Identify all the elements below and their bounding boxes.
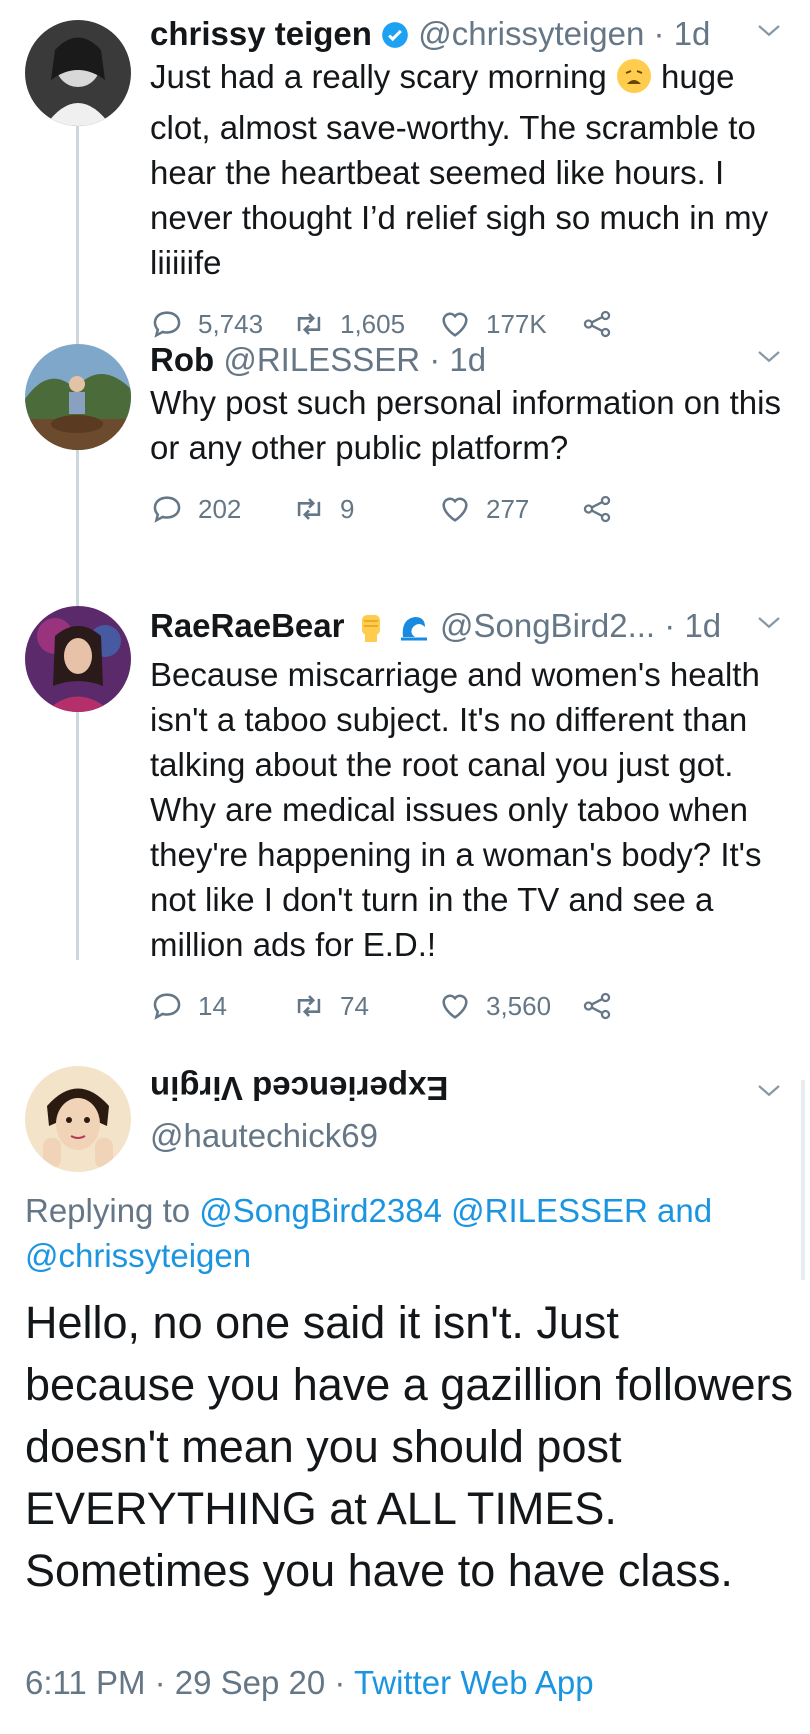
chevron-down-icon[interactable] bbox=[754, 608, 784, 638]
retweet-count: 74 bbox=[340, 990, 369, 1021]
tweet-rilesser[interactable]: Rob @RILESSER · 1d Why post such persona… bbox=[0, 340, 810, 540]
share-icon bbox=[583, 310, 611, 338]
tweet-actions: 202 9 277 bbox=[150, 492, 784, 536]
like-button[interactable]: 177K bbox=[438, 307, 547, 341]
scrollbar[interactable] bbox=[801, 1080, 805, 1280]
display-name[interactable]: RaeRaeBear bbox=[150, 607, 344, 644]
timestamp[interactable]: · 1d bbox=[429, 341, 486, 378]
main-avatar[interactable] bbox=[25, 1066, 131, 1172]
main-handle[interactable]: @hautechick69 bbox=[150, 1116, 448, 1156]
like-count: 177K bbox=[486, 308, 547, 339]
raised-fist-emoji-icon bbox=[354, 609, 388, 652]
main-display-name[interactable]: Experienced Virgin bbox=[150, 1068, 448, 1108]
share-button[interactable] bbox=[580, 989, 628, 1023]
verified-icon bbox=[382, 22, 408, 48]
share-button[interactable] bbox=[580, 307, 628, 341]
display-name[interactable]: Rob bbox=[150, 341, 214, 378]
tweet-chrissyteigen[interactable]: chrissy teigen @chrissyteigen · 1d Just … bbox=[0, 14, 810, 344]
retweet-button[interactable]: 9 bbox=[292, 492, 354, 526]
mention-songbird[interactable]: @SongBird2384 bbox=[199, 1192, 442, 1229]
chevron-down-icon[interactable] bbox=[754, 16, 784, 46]
replying-to: Replying to @SongBird2384 @RILESSER and … bbox=[25, 1192, 713, 1274]
retweet-icon bbox=[297, 313, 321, 335]
tweet-actions: 14 74 3,560 bbox=[150, 989, 784, 1033]
tweet-header: RaeRaeBear @SongBird2... · 1d bbox=[150, 606, 784, 652]
reply-icon bbox=[153, 496, 181, 523]
retweet-icon bbox=[297, 995, 321, 1017]
share-icon bbox=[583, 495, 611, 523]
like-count: 3,560 bbox=[486, 990, 552, 1021]
retweet-button[interactable]: 1,605 bbox=[292, 307, 405, 341]
tweet-songbird[interactable]: RaeRaeBear @SongBird2... · 1d Because mi… bbox=[0, 606, 810, 1026]
reply-button[interactable]: 202 bbox=[150, 492, 241, 526]
retweet-button[interactable]: 74 bbox=[292, 989, 369, 1023]
like-button[interactable]: 277 bbox=[438, 492, 529, 526]
tweet-text: Why post such personal information on th… bbox=[150, 384, 781, 466]
like-button[interactable]: 3,560 bbox=[438, 989, 551, 1023]
reply-button[interactable]: 14 bbox=[150, 989, 227, 1023]
retweet-count: 9 bbox=[340, 493, 355, 524]
handle[interactable]: @RILESSER bbox=[223, 341, 420, 378]
reply-count: 14 bbox=[198, 990, 227, 1021]
chevron-down-icon[interactable] bbox=[754, 342, 784, 372]
tweet-text: Just had a really scary morning huge clo… bbox=[150, 58, 769, 281]
wave-emoji-icon bbox=[397, 609, 431, 652]
retweet-icon bbox=[297, 498, 321, 520]
reply-count: 202 bbox=[198, 493, 242, 524]
main-tweet-text: Hello, no one said it isn't. Just becaus… bbox=[25, 1297, 793, 1596]
tweet-text: Because miscarriage and women's health i… bbox=[150, 656, 762, 963]
mention-rilesser[interactable]: @RILESSER bbox=[451, 1192, 648, 1229]
retweet-count: 1,605 bbox=[340, 308, 406, 339]
reply-icon bbox=[153, 311, 181, 338]
tweet-meta: 6:11 PM · 29 Sep 20 · Twitter Web App bbox=[25, 1660, 594, 1705]
main-tweet-header: Experienced Virgin @hautechick69 bbox=[150, 1068, 448, 1156]
share-icon bbox=[583, 992, 611, 1020]
heart-icon bbox=[442, 994, 468, 1019]
heart-icon bbox=[442, 312, 468, 337]
like-count: 277 bbox=[486, 493, 530, 524]
reply-count: 5,743 bbox=[198, 308, 264, 339]
timestamp[interactable]: · 1d bbox=[664, 607, 721, 644]
main-timestamp[interactable]: 6:11 PM · 29 Sep 20 · bbox=[25, 1664, 354, 1701]
avatar[interactable] bbox=[25, 20, 131, 126]
display-name[interactable]: chrissy teigen bbox=[150, 15, 372, 52]
chevron-down-icon[interactable] bbox=[754, 1076, 784, 1106]
avatar[interactable] bbox=[25, 344, 131, 450]
source-link[interactable]: Twitter Web App bbox=[354, 1664, 594, 1701]
handle[interactable]: @SongBird2... bbox=[440, 607, 655, 644]
mention-chrissyteigen[interactable]: @chrissyteigen bbox=[25, 1237, 251, 1274]
handle[interactable]: @chrissyteigen bbox=[418, 15, 644, 52]
weary-face-emoji-icon bbox=[616, 58, 652, 105]
tweet-header: chrissy teigen @chrissyteigen · 1d bbox=[150, 14, 784, 54]
timestamp[interactable]: · 1d bbox=[654, 15, 711, 52]
avatar[interactable] bbox=[25, 606, 131, 712]
share-button[interactable] bbox=[580, 492, 628, 526]
tweet-header: Rob @RILESSER · 1d bbox=[150, 340, 784, 380]
reply-button[interactable]: 5,743 bbox=[150, 307, 263, 341]
heart-icon bbox=[442, 497, 468, 522]
reply-icon bbox=[153, 993, 181, 1020]
